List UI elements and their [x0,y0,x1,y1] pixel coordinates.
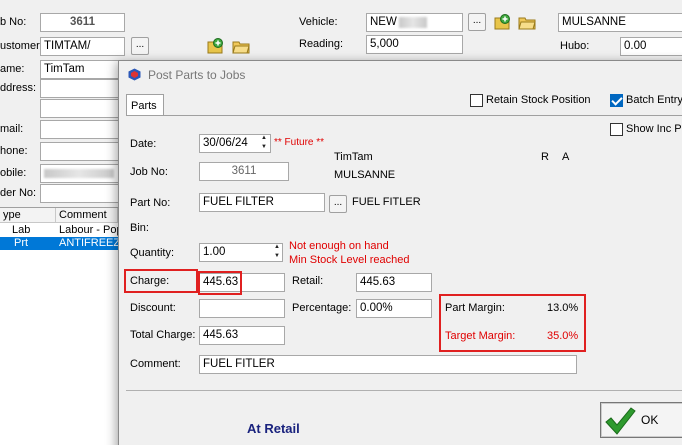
address-label: ddress: [0,82,37,94]
stock-warning-2: Min Stock Level reached [289,254,410,266]
part-no-label: Part No: [130,197,171,209]
tab-parts[interactable]: Parts [126,94,164,116]
total-charge-field[interactable]: 445.63 [199,326,285,345]
comment-field[interactable]: FUEL FITLER [199,355,577,374]
discount-label: Discount: [130,302,176,314]
stock-warning-1: Not enough on hand [289,240,389,252]
date-spinner[interactable]: ▲ ▼ [258,134,270,153]
part-no-field[interactable]: FUEL FILTER [199,193,325,212]
percentage-field[interactable]: 0.00% [356,299,432,318]
mobile-field[interactable] [40,164,125,183]
quantity-label: Quantity: [130,247,175,259]
comment-label: Comment: [130,358,181,370]
row-type: Lab [12,224,31,236]
discount-field[interactable] [199,299,285,318]
add-vehicle-icon[interactable] [493,13,511,31]
table-row[interactable]: Lab Labour - Pop [0,224,118,237]
retail-field[interactable]: 445.63 [356,273,432,292]
row-comment: ANTIFREEZE [59,237,118,249]
tab-divider [126,115,682,116]
row-type: Prt [14,237,29,249]
reading-label: Reading: [299,38,344,50]
job-no-label: Job No: [130,166,168,178]
redacted-mobile [44,169,114,178]
target-margin-label: Target Margin: [445,330,516,342]
future-warning: ** Future ** [274,137,325,148]
dialog-title: Post Parts to Jobs [148,68,246,82]
table-row[interactable]: Prt ANTIFREEZE [0,237,118,250]
batch-entry-checkbox[interactable] [610,94,623,107]
target-margin-value: 35.0% [547,330,579,342]
customer-lookup-button[interactable]: ... [131,37,149,55]
ok-button-label: OK [641,413,659,427]
customer-label: ustomer: [0,40,43,52]
dialog-titlebar[interactable]: Post Parts to Jobs [119,61,682,89]
name-field[interactable]: TimTam [40,60,125,79]
batch-entry-label[interactable]: Batch Entry [626,94,682,106]
open-folder-icon[interactable] [232,37,250,55]
part-margin-label: Part Margin: [445,302,505,314]
check-icon [605,407,636,435]
job-no-field[interactable]: 3611 [199,162,289,181]
date-label: Date: [130,138,157,150]
add-customer-icon[interactable] [206,37,224,55]
part-margin-value: 13.0% [547,302,579,314]
post-parts-dialog: Post Parts to Jobs Parts Retain Stock Po… [118,60,682,445]
grid-header-comment[interactable]: Comment [56,208,118,223]
reading-field[interactable]: 5,000 [366,35,463,54]
phone-field[interactable] [40,142,125,161]
open-vehicle-folder-icon[interactable] [518,13,536,31]
at-retail-label: At Retail [247,421,300,436]
quantity-spinner[interactable]: ▲ ▼ [271,243,283,262]
customer-name: TimTam [334,151,373,163]
email-field[interactable] [40,120,125,139]
redacted-rego [399,17,427,28]
part-description: FUEL FITLER [352,196,421,208]
address-line-2-field[interactable] [40,99,125,118]
part-lookup-button[interactable]: ... [329,195,347,213]
retail-label: Retail: [292,275,324,287]
bin-label: Bin: [130,222,149,234]
hubo-field[interactable]: 0.00 [620,37,682,56]
vehicle-field[interactable]: NEW [366,13,463,32]
job-lines-grid[interactable]: ype Comment Lab Labour - Pop Prt ANTIFRE… [0,207,118,445]
total-charge-label: Total Charge: [130,329,196,341]
vehicle-label: Vehicle: [299,16,338,28]
job-no-label: b No: [0,16,27,28]
phone-label: hone: [0,145,28,157]
name-label: ame: [0,63,25,75]
show-inc-price-label[interactable]: Show Inc Pr [626,123,682,135]
vehicle-model-field[interactable]: MULSANNE [558,13,682,32]
percentage-label: Percentage: [292,302,352,314]
retain-stock-position-label[interactable]: Retain Stock Position [486,94,591,106]
job-no-field[interactable]: 3611 [40,13,125,32]
app-icon [128,68,141,81]
order-no-label: der No: [0,187,37,199]
show-inc-price-checkbox[interactable] [610,123,623,136]
grid-header-type[interactable]: ype [0,208,56,223]
bottom-divider [126,390,682,391]
r-indicator: R [541,151,549,163]
retain-stock-position-checkbox[interactable] [470,94,483,107]
customer-field[interactable]: TIMTAM/ [40,37,125,56]
order-no-field[interactable] [40,184,125,203]
vehicle-rego: NEW [370,16,397,28]
charge-value-highlight [198,271,242,295]
vehicle-lookup-button[interactable]: ... [468,13,486,31]
a-indicator: A [562,151,570,163]
vehicle-model: MULSANNE [334,169,396,181]
charge-label: Charge: [130,275,170,287]
mobile-label: obile: [0,167,27,179]
address-line-1-field[interactable] [40,79,125,98]
hubo-label: Hubo: [560,40,590,52]
ok-button[interactable]: OK [600,402,682,438]
email-label: mail: [0,123,24,135]
row-comment: Labour - Pop [59,224,118,236]
